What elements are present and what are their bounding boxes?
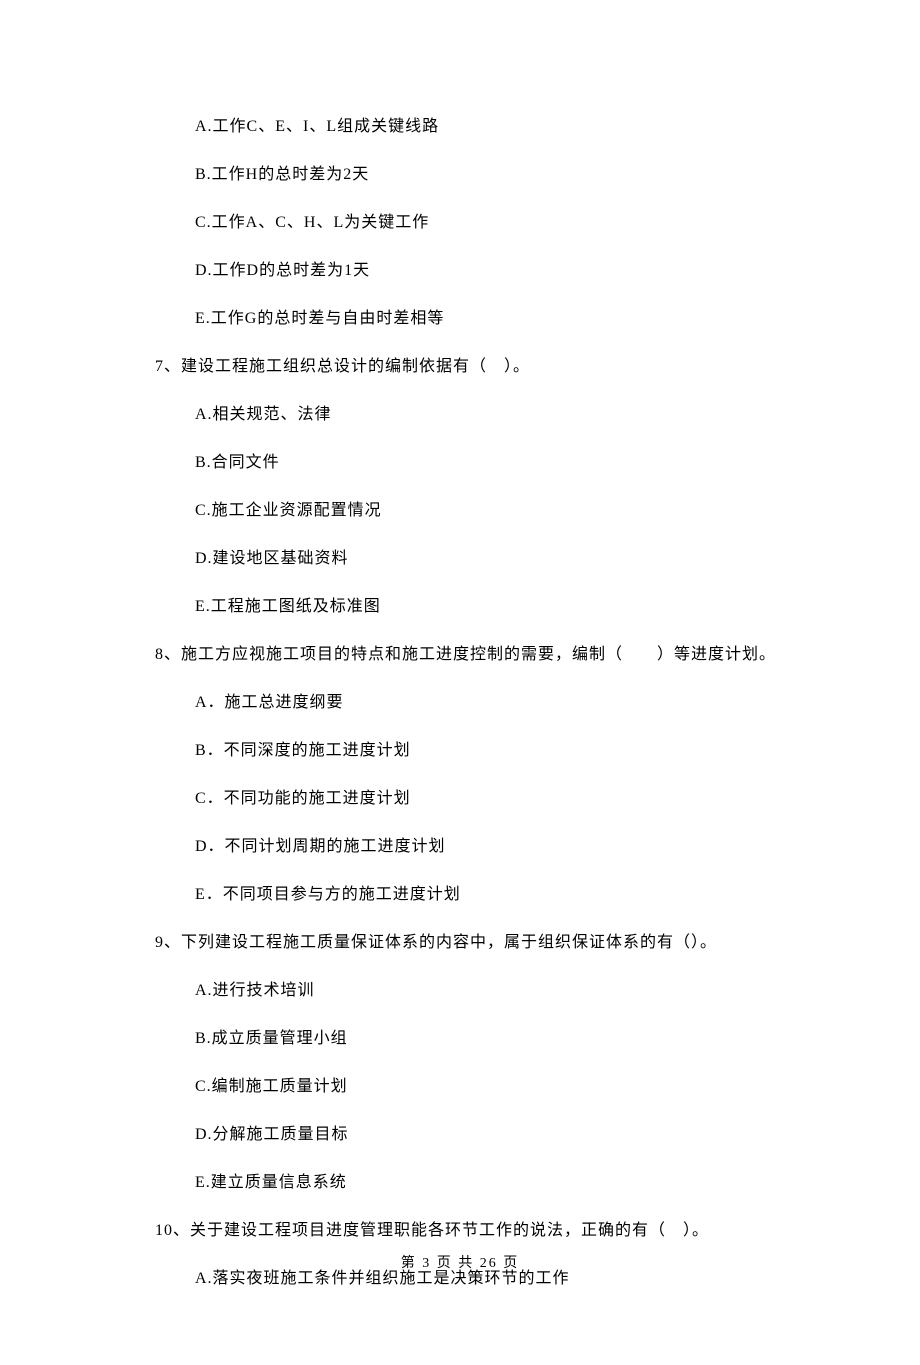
q7-stem: 7、建设工程施工组织总设计的编制依据有（ ）。 <box>155 355 780 379</box>
q6-option-a: A.工作C、E、I、L组成关键线路 <box>195 115 780 139</box>
q10-stem: 10、关于建设工程项目进度管理职能各环节工作的说法，正确的有（ ）。 <box>155 1219 780 1243</box>
q9-option-b: B.成立质量管理小组 <box>195 1027 780 1051</box>
q9-option-a: A.进行技术培训 <box>195 979 780 1003</box>
q9-stem: 9、下列建设工程施工质量保证体系的内容中，属于组织保证体系的有（）。 <box>155 931 780 955</box>
q9-option-d: D.分解施工质量目标 <box>195 1123 780 1147</box>
q8-option-a: A．施工总进度纲要 <box>195 691 780 715</box>
q7-option-c: C.施工企业资源配置情况 <box>195 499 780 523</box>
q9-option-e: E.建立质量信息系统 <box>195 1171 780 1195</box>
q9-option-c: C.编制施工质量计划 <box>195 1075 780 1099</box>
q7-option-a: A.相关规范、法律 <box>195 403 780 427</box>
q6-option-e: E.工作G的总时差与自由时差相等 <box>195 307 780 331</box>
q7-option-e: E.工程施工图纸及标准图 <box>195 595 780 619</box>
page-footer: 第 3 页 共 26 页 <box>0 1252 920 1272</box>
q6-option-d: D.工作D的总时差为1天 <box>195 259 780 283</box>
q8-option-b: B．不同深度的施工进度计划 <box>195 739 780 763</box>
q8-option-e: E．不同项目参与方的施工进度计划 <box>195 883 780 907</box>
page-content: A.工作C、E、I、L组成关键线路 B.工作H的总时差为2天 C.工作A、C、H… <box>0 0 920 1365</box>
q6-option-b: B.工作H的总时差为2天 <box>195 163 780 187</box>
q7-option-d: D.建设地区基础资料 <box>195 547 780 571</box>
q6-option-c: C.工作A、C、H、L为关键工作 <box>195 211 780 235</box>
q8-option-c: C．不同功能的施工进度计划 <box>195 787 780 811</box>
q8-option-d: D．不同计划周期的施工进度计划 <box>195 835 780 859</box>
q7-option-b: B.合同文件 <box>195 451 780 475</box>
q8-stem: 8、施工方应视施工项目的特点和施工进度控制的需要，编制（ ）等进度计划。 <box>155 643 780 667</box>
